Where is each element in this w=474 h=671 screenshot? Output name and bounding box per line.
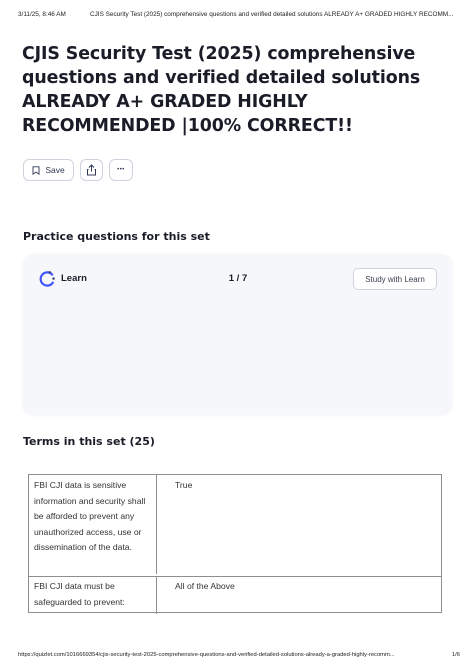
print-page-title: CJIS Security Test (2025) comprehensive … xyxy=(90,11,454,18)
learn-label: Learn xyxy=(61,273,87,284)
table-row: FBI CJI data is sensitive information an… xyxy=(29,475,441,577)
definition-text: All of the Above xyxy=(175,581,235,591)
print-timestamp: 3/11/25, 8:46 AM xyxy=(18,11,66,18)
study-with-learn-button[interactable]: Study with Learn xyxy=(353,268,437,290)
save-button[interactable]: Save xyxy=(23,159,74,181)
learn-icon xyxy=(39,271,55,287)
learn-bar: Learn 1 / 7 Study with Learn xyxy=(23,254,452,304)
column-divider xyxy=(156,475,157,574)
practice-card: Learn 1 / 7 Study with Learn xyxy=(23,254,452,414)
save-label: Save xyxy=(45,165,65,175)
print-page-number: 1/6 xyxy=(451,652,460,658)
question-progress: 1 / 7 xyxy=(228,273,248,284)
more-options-icon: ••• xyxy=(117,167,125,173)
share-button[interactable] xyxy=(80,159,103,181)
practice-heading: Practice questions for this set xyxy=(23,230,210,243)
column-divider xyxy=(156,576,157,614)
print-url: https://quizlet.com/1016669354/cjis-secu… xyxy=(18,652,395,658)
term-text: FBI CJI data must be safeguarded to prev… xyxy=(34,581,125,607)
definition-text: True xyxy=(175,480,193,490)
term-text: FBI CJI data is sensitive information an… xyxy=(34,480,146,553)
terms-table: FBI CJI data is sensitive information an… xyxy=(28,474,442,614)
table-row: FBI CJI data must be safeguarded to prev… xyxy=(29,576,441,614)
terms-heading: Terms in this set (25) xyxy=(23,435,155,448)
bookmark-icon xyxy=(32,165,40,175)
more-options-button[interactable]: ••• xyxy=(109,159,133,181)
share-icon xyxy=(87,164,96,176)
page-title: CJIS Security Test (2025) comprehensive … xyxy=(22,44,421,136)
